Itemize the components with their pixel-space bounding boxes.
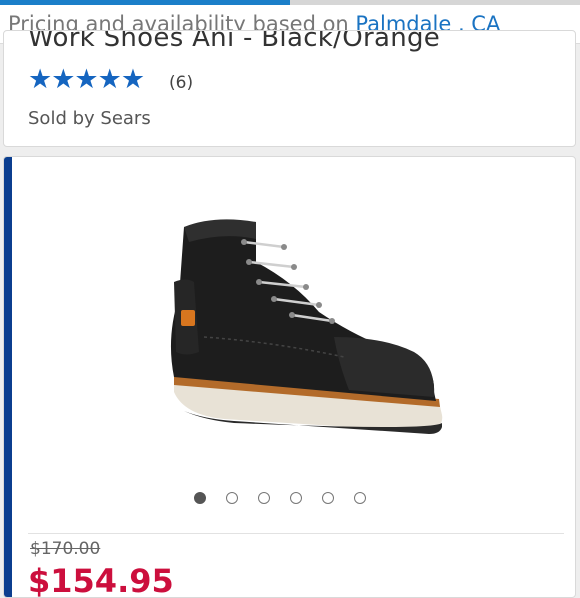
product-summary-card: Work Shoes Ani - Black/Orange ★★★★★ (6) … bbox=[3, 30, 576, 147]
carousel-dot-1[interactable] bbox=[194, 492, 206, 504]
carousel-dot-5[interactable] bbox=[322, 492, 334, 504]
carousel-dot-6[interactable] bbox=[354, 492, 366, 504]
divider bbox=[28, 533, 564, 534]
carousel-dot-3[interactable] bbox=[258, 492, 270, 504]
star-rating-icon[interactable]: ★★★★★ bbox=[28, 66, 145, 94]
review-count[interactable]: (6) bbox=[169, 73, 193, 93]
original-price: $170.00 bbox=[30, 539, 101, 559]
sold-by-label: Sold by Sears bbox=[28, 108, 151, 129]
carousel-dot-2[interactable] bbox=[226, 492, 238, 504]
product-media-card: $170.00 $154.95 bbox=[3, 156, 576, 598]
sale-price: $154.95 bbox=[28, 562, 174, 598]
carousel-dot-4[interactable] bbox=[290, 492, 302, 504]
card-accent-bar bbox=[4, 157, 12, 597]
product-title: Work Shoes Ani - Black/Orange bbox=[28, 30, 441, 53]
boot-image[interactable] bbox=[144, 187, 444, 487]
